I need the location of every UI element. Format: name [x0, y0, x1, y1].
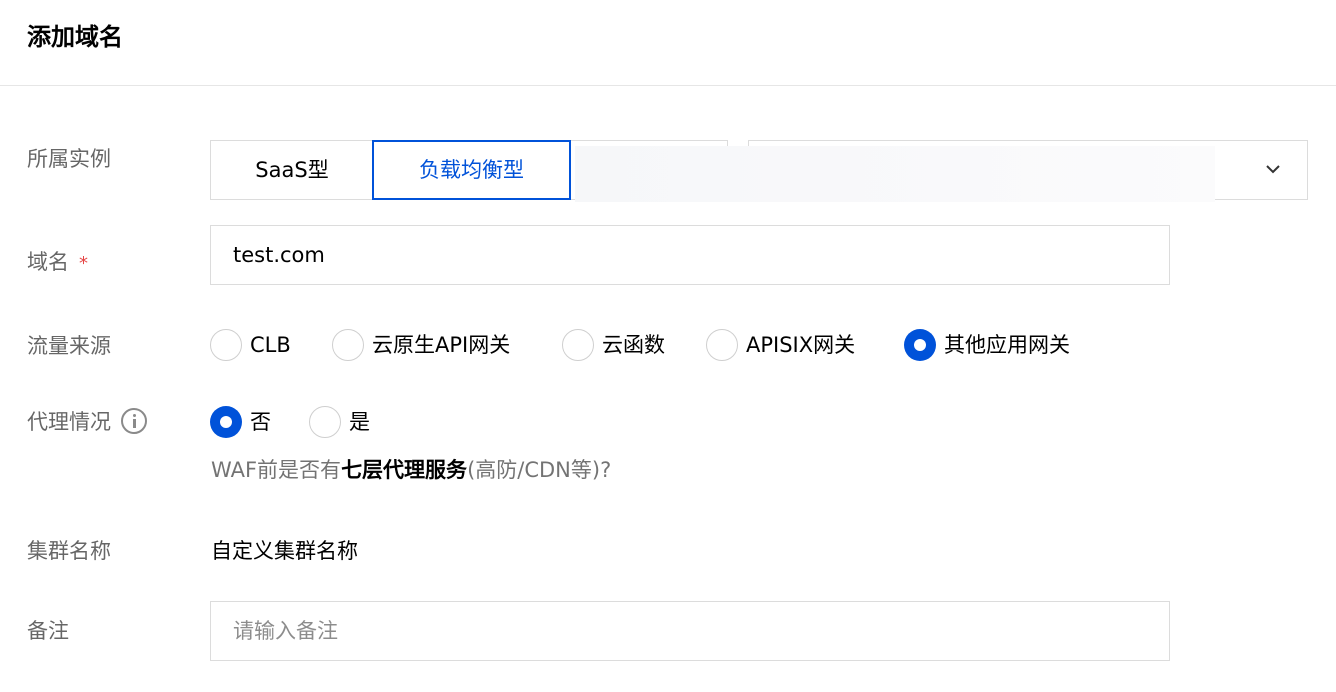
radio-label: APISIX网关 — [746, 333, 856, 357]
proxy-radio-yes[interactable]: 是 — [309, 406, 370, 438]
traffic-radio-cloud-function[interactable]: 云函数 — [562, 329, 665, 361]
proxy-label: 代理情况 — [27, 408, 147, 436]
proxy-hint-prefix: WAF前是否有 — [211, 458, 342, 482]
domain-label: 域名 * — [27, 248, 88, 278]
required-mark: * — [79, 253, 88, 274]
radio-circle[interactable] — [562, 329, 594, 361]
traffic-radio-other-gateway[interactable]: 其他应用网关 — [904, 329, 1070, 361]
remark-input[interactable] — [210, 601, 1170, 661]
traffic-radio-apisix-gateway[interactable]: APISIX网关 — [706, 329, 855, 361]
dialog-header: 添加域名 — [0, 0, 1336, 86]
traffic-radio-clb[interactable]: CLB — [210, 329, 291, 361]
radio-circle-checked[interactable] — [904, 329, 936, 361]
radio-label: 云函数 — [602, 333, 665, 357]
chevron-down-icon — [1266, 165, 1280, 174]
radio-circle[interactable] — [706, 329, 738, 361]
proxy-label-text: 代理情况 — [27, 410, 111, 434]
radio-circle[interactable] — [309, 406, 341, 438]
domain-input[interactable] — [210, 225, 1170, 285]
instance-option-load-balancer[interactable]: 负载均衡型 — [372, 140, 571, 200]
info-icon[interactable] — [121, 408, 147, 434]
instance-label: 所属实例 — [27, 147, 111, 171]
proxy-hint: WAF前是否有七层代理服务(高防/CDN等)? — [211, 456, 611, 484]
domain-label-text: 域名 — [27, 250, 69, 274]
proxy-radio-no[interactable]: 否 — [210, 406, 271, 438]
radio-label: 否 — [250, 410, 271, 434]
cluster-label: 集群名称 — [27, 539, 111, 563]
proxy-hint-suffix: (高防/CDN等)? — [467, 458, 612, 482]
remark-label: 备注 — [27, 619, 69, 643]
radio-circle[interactable] — [332, 329, 364, 361]
cluster-value: 自定义集群名称 — [211, 539, 358, 563]
radio-circle[interactable] — [210, 329, 242, 361]
traffic-radio-cloud-native-gateway[interactable]: 云原生API网关 — [332, 329, 510, 361]
instance-option-saas[interactable]: SaaS型 — [210, 140, 373, 200]
radio-label: 其他应用网关 — [944, 333, 1070, 357]
traffic-source-label: 流量来源 — [27, 334, 111, 358]
page-title: 添加域名 — [27, 23, 123, 51]
proxy-hint-bold: 七层代理服务 — [341, 458, 468, 482]
redacted-region — [575, 146, 1215, 202]
radio-label: 云原生API网关 — [372, 333, 511, 357]
radio-label: 是 — [349, 410, 370, 434]
radio-label: CLB — [250, 333, 291, 357]
radio-circle-checked[interactable] — [210, 406, 242, 438]
